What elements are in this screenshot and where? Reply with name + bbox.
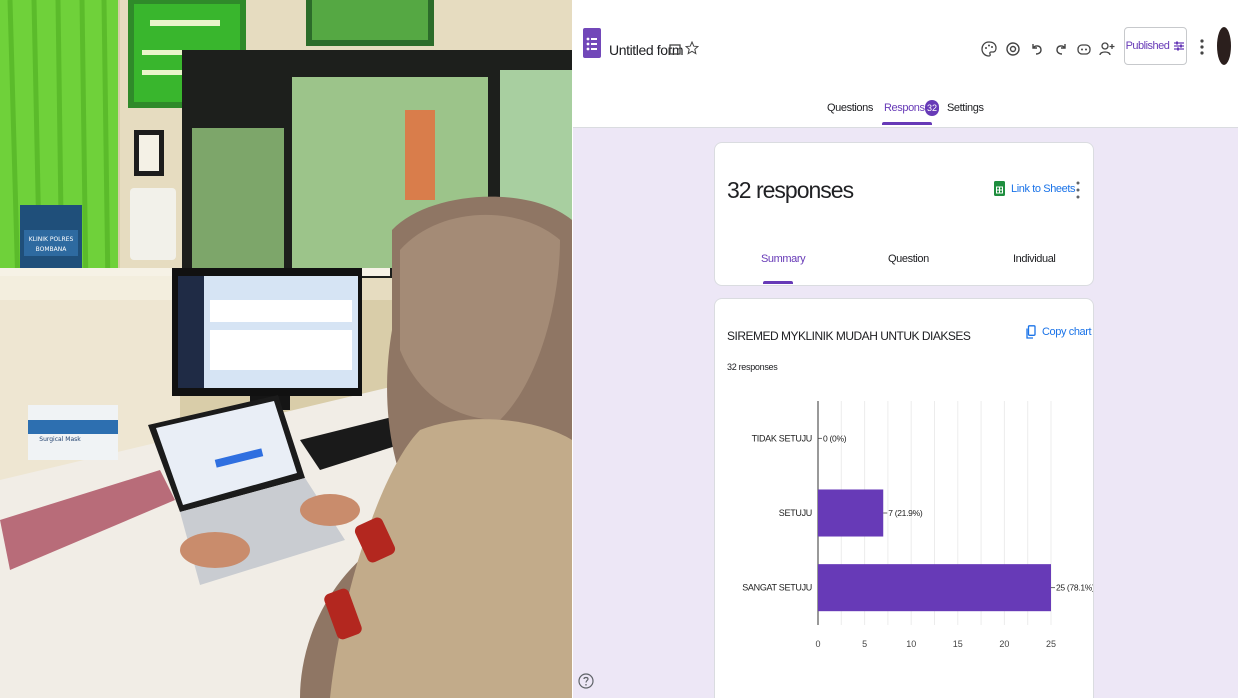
more-vert-icon[interactable] [1197, 37, 1207, 57]
top-bar: Untitled form Published Questions Respon… [573, 0, 1238, 128]
banner-text-2: BOMBANA [36, 246, 68, 253]
add-collaborator-icon[interactable] [1098, 40, 1116, 58]
chart-category-label: SETUJU [779, 508, 812, 518]
chart-x-tick-label: 15 [953, 639, 963, 649]
chart-x-tick-label: 0 [815, 639, 820, 649]
banner-text-1: KLINIK POLRES [29, 236, 74, 243]
tab-active-indicator [882, 122, 932, 125]
copy-chart-button[interactable]: Copy chart [1026, 325, 1092, 339]
chart-x-tick-label: 10 [906, 639, 916, 649]
subtab-question[interactable]: Question [888, 253, 929, 265]
link-to-sheets-label: Link to Sheets [1011, 182, 1076, 195]
mask-box-label: Surgical Mask [39, 436, 81, 443]
palette-icon[interactable] [980, 40, 998, 58]
office-photo-drawing: KLINIK POLRES BOMBANA Surgical Mask [0, 0, 572, 698]
chart-bar [818, 489, 884, 537]
tab-settings[interactable]: Settings [947, 102, 984, 114]
subtab-individual[interactable]: Individual [1013, 253, 1056, 265]
bar-chart: 0 5 10 15 20 25 TIDAK SETUJU 0 (0%) SETUJU 7 (21.… [742, 401, 1093, 649]
subtab-summary[interactable]: Summary [761, 253, 806, 265]
chart-data-label: 0 (0%) [823, 433, 847, 443]
preview-icon[interactable] [1004, 40, 1022, 58]
chart-data-label: 7 (21.9%) [888, 508, 923, 518]
question-responses-count: 32 responses [727, 362, 778, 372]
folder-icon[interactable] [669, 43, 681, 55]
published-button[interactable]: Published [1124, 27, 1187, 65]
help-icon[interactable] [577, 672, 595, 690]
published-label: Published [1125, 40, 1170, 52]
chart-x-tick-label: 5 [862, 639, 867, 649]
summary-more-icon[interactable] [1075, 179, 1081, 201]
copy-chart-label: Copy chart [1042, 326, 1092, 338]
chart-data-label: 25 (78.1%) [1056, 583, 1093, 593]
chart-category-label: SANGAT SETUJU [742, 583, 812, 593]
link-to-sheets-button[interactable]: Link to Sheets [994, 181, 1076, 196]
chart-x-tick-label: 25 [1046, 639, 1056, 649]
office-photo: KLINIK POLRES BOMBANA Surgical Mask [0, 0, 572, 698]
sheets-icon [994, 181, 1005, 196]
addon-icon[interactable] [1075, 40, 1093, 58]
subtab-active-indicator [763, 281, 793, 284]
chart-x-tick-label: 20 [999, 639, 1009, 649]
chart-bar [818, 564, 1051, 612]
responses-summary-card: 32 responses Link to Sheets Summary Ques… [714, 142, 1094, 286]
star-icon[interactable] [685, 41, 699, 55]
form-tabs: Questions Responses Settings [573, 96, 1238, 126]
responses-count-badge: 32 [925, 100, 939, 116]
chart-category-label: TIDAK SETUJU [752, 433, 812, 443]
forms-logo-icon[interactable] [583, 28, 601, 58]
redo-icon[interactable] [1052, 40, 1070, 58]
google-forms-window: Untitled form Published Questions Respon… [573, 0, 1238, 698]
question-chart-card: SIREMED MYKLINIK MUDAH UNTUK DIAKSES Cop… [714, 298, 1094, 698]
undo-icon[interactable] [1028, 40, 1046, 58]
avatar[interactable] [1217, 27, 1231, 65]
question-title: SIREMED MYKLINIK MUDAH UNTUK DIAKSES [727, 329, 971, 343]
customize-icon [1174, 41, 1185, 51]
copy-icon [1026, 325, 1036, 339]
tab-questions[interactable]: Questions [827, 102, 873, 114]
responses-count-heading: 32 responses [727, 177, 854, 203]
